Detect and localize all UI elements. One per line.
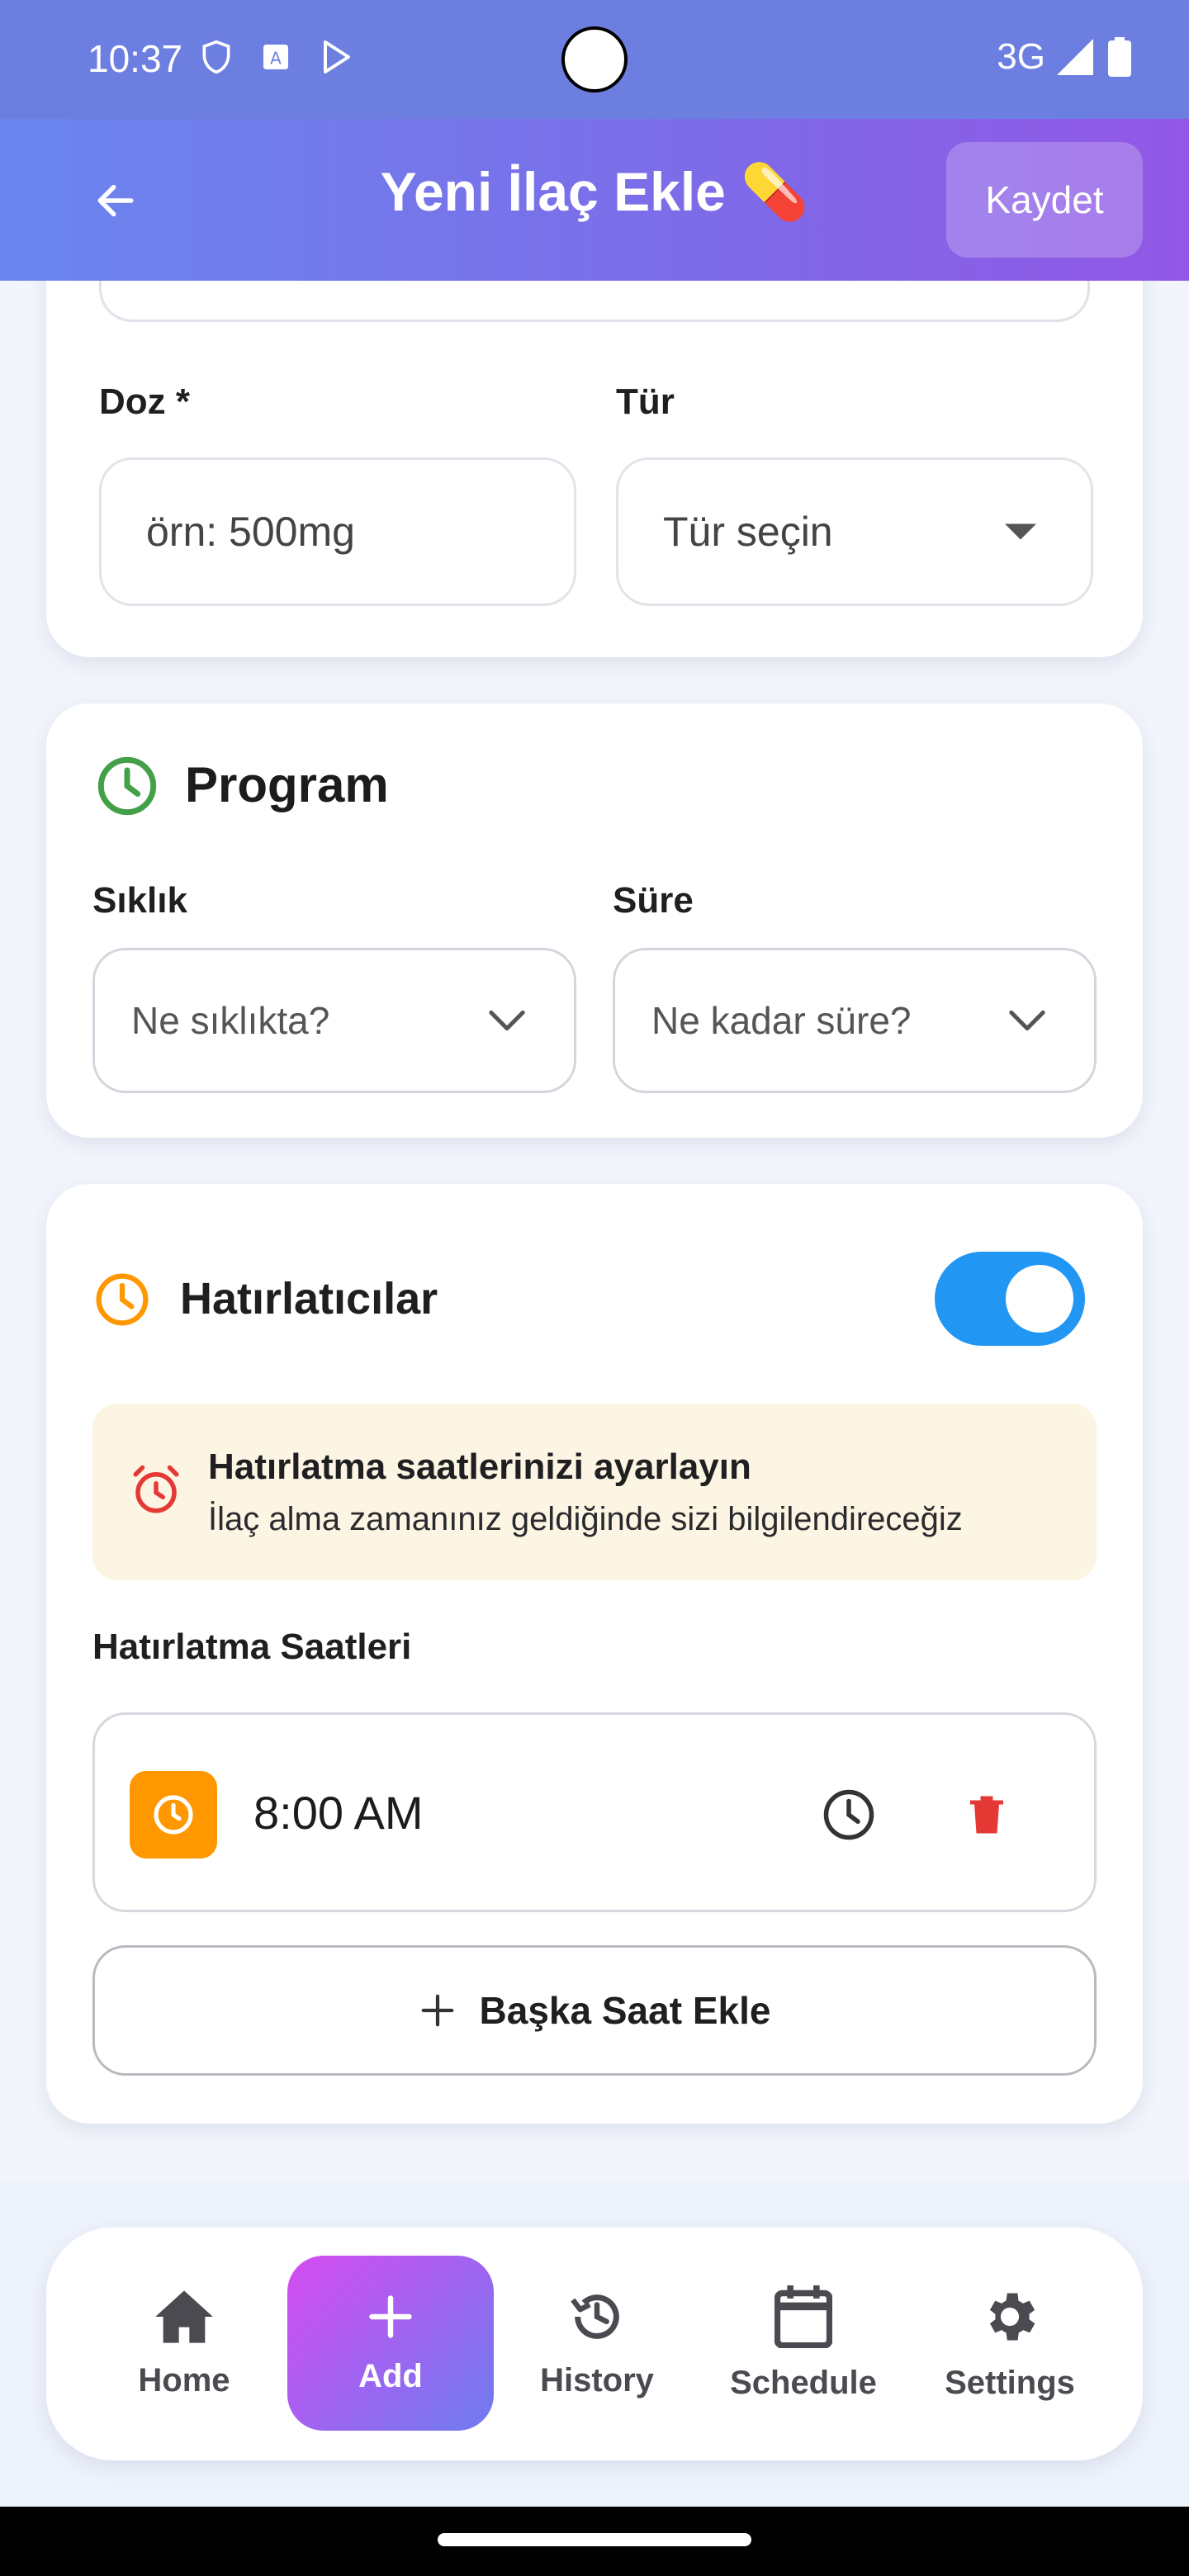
reminder-clock-badge <box>130 1771 217 1859</box>
camera-cutout <box>561 26 628 92</box>
reminders-title: Hatırlatıcılar <box>180 1274 438 1324</box>
reminder-time-row[interactable]: 8:00 AM <box>92 1712 1097 1912</box>
info-text: İlaç alma zamanınız geldiğinde sizi bilg… <box>208 1501 963 1537</box>
nav-add[interactable]: Add <box>287 2256 494 2431</box>
form-content[interactable]: Doz * örn: 500mg Tür Tür seçin Program S… <box>0 281 1189 2180</box>
status-time: 10:37 <box>88 37 183 80</box>
shield-icon <box>202 40 230 74</box>
toggle-knob <box>1006 1265 1073 1333</box>
nav-settings[interactable]: Settings <box>907 2256 1113 2431</box>
battery-icon <box>1108 37 1131 77</box>
dose-input[interactable]: örn: 500mg <box>99 457 576 606</box>
history-icon <box>571 2294 619 2339</box>
network-type: 3G <box>997 36 1045 77</box>
frequency-select[interactable]: Ne sıklıkta? <box>92 948 576 1093</box>
chevron-down-icon <box>489 1010 525 1031</box>
frequency-value: Ne sıklıkta? <box>131 999 330 1042</box>
status-bar: 10:37 A 3G <box>0 0 1189 119</box>
add-time-button[interactable]: Başka Saat Ekle <box>92 1945 1097 2076</box>
frequency-label: Sıklık <box>92 880 187 921</box>
delete-icon[interactable] <box>962 1789 1011 1840</box>
reminder-time-value: 8:00 AM <box>253 1787 424 1839</box>
svg-text:A: A <box>270 48 282 68</box>
nav-home[interactable]: Home <box>81 2256 287 2431</box>
home-icon <box>155 2290 213 2343</box>
type-label: Tür <box>616 381 675 422</box>
play-store-icon <box>324 40 350 73</box>
nav-history[interactable]: History <box>494 2256 700 2431</box>
chevron-down-icon <box>1009 1010 1045 1031</box>
dropdown-arrow-icon <box>1005 523 1036 540</box>
status-icons: A <box>198 36 357 78</box>
reminders-card: Hatırlatıcılar Hatırlatma saatlerinizi a… <box>46 1184 1143 2124</box>
clock-icon <box>96 1273 149 1326</box>
nav-add-label: Add <box>358 2357 423 2394</box>
reminder-times-label: Hatırlatma Saatleri <box>92 1627 412 1667</box>
status-right: 3G <box>997 36 1131 78</box>
dose-card: Doz * örn: 500mg Tür Tür seçin <box>46 281 1143 657</box>
signal-icon <box>1057 39 1093 75</box>
type-select[interactable]: Tür seçin <box>616 457 1093 606</box>
medicine-name-field[interactable] <box>99 281 1090 322</box>
system-nav-bar <box>0 2507 1189 2576</box>
plus-icon <box>421 1994 453 2027</box>
program-title: Program <box>185 757 389 812</box>
reminders-toggle[interactable] <box>935 1252 1085 1346</box>
type-select-value: Tür seçin <box>663 509 833 555</box>
translate-icon: A <box>263 45 288 69</box>
nav-history-label: History <box>540 2361 654 2398</box>
clock-icon <box>97 756 157 816</box>
dose-label: Doz * <box>99 381 190 422</box>
nav-settings-label: Settings <box>945 2364 1075 2401</box>
app-bar: Yeni İlaç Ekle 💊 Kaydet <box>0 119 1189 281</box>
bottom-nav-area: Home Add History Schedule Settings <box>0 2180 1189 2507</box>
gear-icon <box>989 2293 1035 2340</box>
bottom-nav: Home Add History Schedule Settings <box>46 2228 1143 2460</box>
plus-icon <box>369 2294 412 2338</box>
duration-select[interactable]: Ne kadar süre? <box>613 948 1097 1093</box>
alarm-icon <box>133 1465 179 1513</box>
duration-label: Süre <box>613 880 694 921</box>
save-button[interactable]: Kaydet <box>946 142 1143 258</box>
calendar-icon <box>775 2285 832 2348</box>
duration-value: Ne kadar süre? <box>651 999 912 1042</box>
reminder-info-box: Hatırlatma saatlerinizi ayarlayın İlaç a… <box>92 1404 1097 1580</box>
program-card: Program Sıklık Ne sıklıkta? Süre Ne kada… <box>46 703 1143 1138</box>
add-time-label: Başka Saat Ekle <box>479 1989 771 2032</box>
info-title: Hatırlatma saatlerinizi ayarlayın <box>208 1447 751 1487</box>
nav-home-label: Home <box>138 2361 230 2398</box>
home-gesture-pill[interactable] <box>438 2533 751 2546</box>
nav-schedule[interactable]: Schedule <box>700 2256 907 2431</box>
edit-time-icon[interactable] <box>822 1788 876 1842</box>
nav-schedule-label: Schedule <box>730 2364 877 2401</box>
clock-icon <box>154 1795 193 1835</box>
